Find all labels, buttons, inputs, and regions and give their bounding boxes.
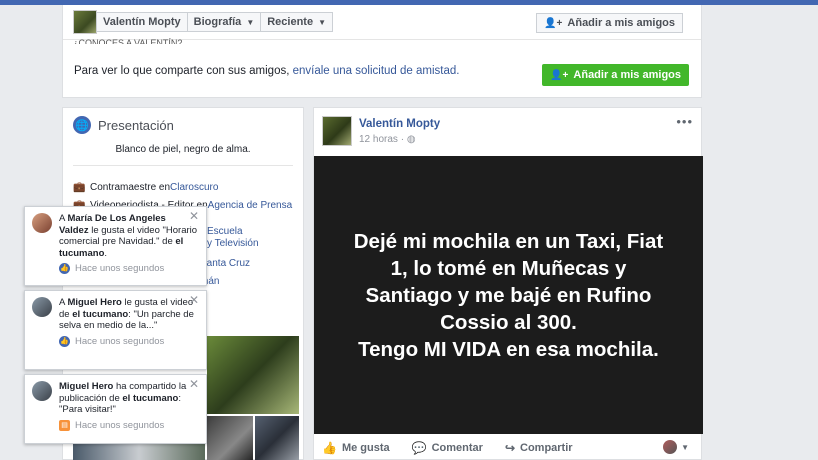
post-text-background: Dejé mi mochila en un Taxi, Fiat 1, lo t… (314, 156, 703, 434)
work-link[interactable]: Agencia de Prensa (208, 200, 293, 212)
chevron-down-icon: ▼ (246, 17, 255, 27)
thumbs-up-icon: 👍 (59, 335, 70, 347)
add-friend-icon: 👤+ (550, 69, 569, 81)
avatar (32, 297, 52, 317)
post-header: Valentín Mopty 12 horas · ◍ ••• (314, 108, 701, 156)
photo-thumbnail[interactable] (207, 336, 299, 414)
post-card: Valentín Mopty 12 horas · ◍ ••• Dejé mi … (313, 107, 703, 460)
work-link[interactable]: Claroscuro (170, 182, 218, 194)
add-friend-button-top[interactable]: 👤+ Añadir a mis amigos (536, 13, 683, 33)
work-row: 💼 Contramaestre en Claroscuro (73, 182, 219, 194)
notification-time: 👍 Hace unos segundos (59, 335, 165, 347)
notification-text: Miguel Hero ha compartido la publicación… (59, 381, 187, 415)
identity-avatar (663, 440, 678, 454)
profile-name-button[interactable]: Valentín Mopty (96, 12, 188, 32)
thumbs-up-icon: 👍 (59, 263, 70, 275)
notification-text: A Miguel Hero le gusta el video de el tu… (59, 297, 194, 331)
globe-icon: 🌐 (73, 116, 91, 134)
briefcase-icon: 💼 (73, 182, 86, 193)
recent-button[interactable]: Reciente ▼ (260, 12, 334, 32)
photo-thumbnail[interactable] (207, 416, 253, 460)
thumbs-up-icon: 👍 (322, 440, 337, 455)
reaction-identity-selector[interactable]: ▼ (663, 440, 689, 454)
notification-toast[interactable]: ✕ A María De Los Angeles Valdez le gusta… (24, 206, 207, 286)
avatar (32, 213, 52, 233)
notification-time: 👍 Hace unos segundos (59, 263, 165, 275)
share-button[interactable]: ↪ Compartir (505, 441, 573, 455)
post-author-name[interactable]: Valentín Mopty (359, 118, 440, 130)
post-actions-bar: 👍 Me gusta 💬 Comentar ↪ Compartir ▼ (314, 434, 703, 460)
globe-icon: ◍ (406, 134, 416, 145)
post-text: Dejé mi mochila en un Taxi, Fiat 1, lo t… (353, 229, 664, 361)
intro-header: 🌐 Presentación (63, 108, 303, 142)
know-person-text: ¿CONOCES A VALENTÍN? (73, 38, 183, 44)
timeline-button[interactable]: Biografía ▼ (186, 12, 262, 32)
photo-thumbnail[interactable] (255, 416, 299, 460)
notification-text: A María De Los Angeles Valdez le gusta e… (59, 213, 198, 259)
chevron-down-icon: ▼ (681, 442, 689, 452)
intro-title: Presentación (98, 117, 174, 133)
education-link-partial[interactable]: y Televisión (207, 238, 259, 249)
notification-time: ▤ Hace unos segundos (59, 420, 198, 432)
location-link-partial[interactable]: Santa Cruz (200, 258, 250, 269)
add-friend-icon: 👤+ (544, 17, 563, 29)
share-arrow-icon: ↪ (504, 440, 515, 455)
bio-text: Blanco de piel, negro de alma. (73, 144, 293, 166)
profile-avatar[interactable] (73, 10, 97, 34)
more-options-icon[interactable]: ••• (676, 114, 693, 129)
close-icon[interactable]: ✕ (189, 378, 199, 391)
profile-header-card: Valentín Mopty Biografía ▼ Reciente ▼ 👤+ Añ… (62, 5, 702, 98)
education-link-partial[interactable]: Escuela (207, 226, 243, 237)
post-author-avatar[interactable] (322, 116, 352, 146)
send-request-link[interactable]: envíale una solicitud de amistad. (293, 65, 460, 77)
avatar (32, 381, 52, 401)
add-friend-button-green[interactable]: 👤+ Añadir a mis amigos (542, 64, 689, 86)
notification-toast[interactable]: ✕ Miguel Hero ha compartido la publicaci… (24, 374, 207, 444)
like-button[interactable]: 👍 Me gusta (322, 441, 390, 455)
comment-icon: 💬 (411, 440, 427, 455)
friend-request-message: Para ver lo que comparte con sus amigos,… (74, 65, 460, 77)
profile-strip: Valentín Mopty Biografía ▼ Reciente ▼ 👤+ Añ… (63, 5, 701, 40)
chevron-down-icon: ▼ (318, 17, 327, 27)
post-timestamp[interactable]: 12 horas · ◍ (359, 134, 416, 145)
share-icon: ▤ (59, 419, 70, 431)
close-icon[interactable]: ✕ (189, 210, 199, 223)
close-icon[interactable]: ✕ (189, 294, 199, 307)
comment-button[interactable]: 💬 Comentar (412, 441, 483, 455)
notification-toast[interactable]: ✕ A Miguel Hero le gusta el video de el … (24, 290, 207, 370)
